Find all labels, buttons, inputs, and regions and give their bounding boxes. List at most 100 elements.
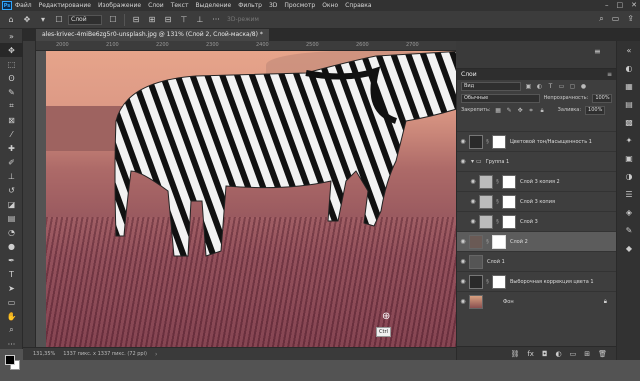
layers-panel-title[interactable]: Слои xyxy=(461,71,477,78)
menu-file[interactable]: Файл xyxy=(15,2,32,9)
layer-row[interactable]: ◉ § Слой 3 копия xyxy=(457,191,617,211)
layer-row[interactable]: ◉ § Слой 3 копия 2 xyxy=(457,171,617,191)
more-options-icon[interactable]: ··· xyxy=(211,15,221,25)
color-swatches[interactable] xyxy=(0,351,22,381)
align-center-icon[interactable]: ⊞ xyxy=(147,15,157,25)
healing-brush-tool-icon[interactable]: ✚ xyxy=(0,141,23,155)
visibility-eye-icon[interactable]: ◉ xyxy=(457,132,469,152)
layer-name[interactable]: Слой 2 xyxy=(510,239,528,245)
libraries-panel-icon[interactable]: ▣ xyxy=(617,149,640,167)
link-layers-icon[interactable]: ⛓ xyxy=(510,350,519,358)
layer-row[interactable]: ◉ Фон 🔒︎ xyxy=(457,291,617,311)
clone-stamp-tool-icon[interactable]: ⊥ xyxy=(0,169,23,183)
share-icon[interactable]: ⇪ xyxy=(627,14,634,24)
zoom-level[interactable]: 131,35% xyxy=(33,351,55,357)
menu-view[interactable]: Просмотр xyxy=(284,2,315,9)
align-left-icon[interactable]: ⊟ xyxy=(131,15,141,25)
shape-tool-icon[interactable]: ▭ xyxy=(0,295,23,309)
visibility-eye-icon[interactable]: ◉ xyxy=(457,232,469,252)
menu-layers[interactable]: Слои xyxy=(148,2,164,9)
opacity-input[interactable]: 100% xyxy=(592,93,612,103)
brush-tool-icon[interactable]: ✐ xyxy=(0,155,23,169)
chain-link-icon[interactable]: § xyxy=(495,219,500,225)
filter-smart-icon[interactable]: ▢ xyxy=(569,83,576,90)
visibility-eye-icon[interactable]: ◉ xyxy=(467,172,479,192)
collapse-toolbar-icon[interactable]: » xyxy=(0,29,23,43)
lock-all-icon[interactable]: 🔒︎ xyxy=(539,107,546,114)
frame-tool-icon[interactable]: ⊠ xyxy=(0,113,23,127)
menu-edit[interactable]: Редактирование xyxy=(39,2,91,9)
layer-name[interactable]: Группа 1 xyxy=(486,159,510,165)
fx-icon[interactable]: fx xyxy=(527,350,534,358)
layer-row-selected[interactable]: ◉ § Слой 2 xyxy=(457,231,617,251)
mask-thumbnail[interactable] xyxy=(492,274,506,289)
panel-menu-icon[interactable]: ≡ xyxy=(594,47,601,56)
visibility-eye-icon[interactable]: ◉ xyxy=(457,272,469,292)
lasso-tool-icon[interactable]: ʘ xyxy=(0,71,23,85)
maximize-icon[interactable]: □ xyxy=(617,1,624,9)
trash-icon[interactable]: 🗑︎ xyxy=(598,350,607,358)
align-middle-icon[interactable]: ⊥ xyxy=(195,15,205,25)
chevron-down-icon[interactable]: ▾ xyxy=(38,15,48,25)
visibility-eye-icon[interactable]: ◉ xyxy=(467,192,479,212)
filter-type-icon[interactable]: T xyxy=(547,83,554,90)
close-icon[interactable]: ✕ xyxy=(631,1,637,9)
pen-tool-icon[interactable]: ✒ xyxy=(0,253,23,267)
move-tool-icon[interactable]: ✥ xyxy=(0,43,23,57)
layer-row[interactable]: ◉ ▾ ▭ Группа 1 xyxy=(457,151,617,171)
menu-3d[interactable]: 3D xyxy=(269,2,277,9)
layer-name[interactable]: Цветовой тон/Насыщенность 1 xyxy=(510,139,592,145)
layer-name[interactable]: Слой 3 xyxy=(520,219,538,225)
new-adjustment-icon[interactable]: ◐ xyxy=(556,350,562,358)
layer-name[interactable]: Выборочная коррекция цвета 1 xyxy=(510,279,594,285)
workspace-icon[interactable]: ▭ xyxy=(612,14,620,24)
chain-link-icon[interactable]: § xyxy=(485,239,490,245)
patterns-panel-icon[interactable]: ▩ xyxy=(617,113,640,131)
new-group-icon[interactable]: ▭ xyxy=(570,350,577,358)
blur-tool-icon[interactable]: ◔ xyxy=(0,225,23,239)
chain-link-icon[interactable]: § xyxy=(495,199,500,205)
layer-row[interactable]: ◉ Слой 1 xyxy=(457,251,617,271)
layer-row[interactable]: ◉ § Слой 3 xyxy=(457,211,617,231)
layer-name[interactable]: Слой 3 копия 2 xyxy=(520,179,560,185)
visibility-eye-icon[interactable]: ◉ xyxy=(457,292,469,312)
visibility-eye-icon[interactable]: ◉ xyxy=(457,152,469,172)
crop-tool-icon[interactable]: ⌗ xyxy=(0,99,23,113)
mask-thumbnail[interactable] xyxy=(492,234,506,249)
move-tool-icon[interactable]: ✥ xyxy=(22,15,32,25)
blend-mode-select[interactable]: Обычные xyxy=(461,93,540,103)
mask-thumbnail[interactable] xyxy=(502,174,516,189)
filter-adjustment-icon[interactable]: ◐ xyxy=(536,83,543,90)
type-tool-icon[interactable]: T xyxy=(0,267,23,281)
history-brush-tool-icon[interactable]: ↺ xyxy=(0,183,23,197)
layers-panel-icon[interactable]: ◆ xyxy=(617,239,640,257)
new-layer-icon[interactable]: ⊞ xyxy=(584,350,590,358)
menu-filter[interactable]: Фильтр xyxy=(238,2,262,9)
path-select-tool-icon[interactable]: ➤ xyxy=(0,281,23,295)
dodge-tool-icon[interactable]: ● xyxy=(0,239,23,253)
mask-thumbnail[interactable] xyxy=(502,214,516,229)
learn-panel-icon[interactable]: ✦ xyxy=(617,131,640,149)
lock-image-icon[interactable]: ✎ xyxy=(506,107,513,114)
more-tools-icon[interactable]: ··· xyxy=(0,337,23,351)
color-panel-icon[interactable]: ◐ xyxy=(617,59,640,77)
hand-tool-icon[interactable]: ✋ xyxy=(0,309,23,323)
layer-row[interactable]: ◉ § Цветовой тон/Насыщенность 1 xyxy=(457,131,617,151)
document-tab[interactable]: ales-krivec-4miBe6zg5r0-unsplash.jpg @ 1… xyxy=(36,29,269,41)
layer-name[interactable]: Слой 1 xyxy=(487,259,505,265)
menu-image[interactable]: Изображение xyxy=(98,2,141,9)
align-right-icon[interactable]: ⊟ xyxy=(163,15,173,25)
canvas-area[interactable]: ⊕ Ctrl xyxy=(36,51,456,347)
eraser-tool-icon[interactable]: ◪ xyxy=(0,197,23,211)
chevron-right-icon[interactable]: › xyxy=(155,351,157,358)
align-top-icon[interactable]: ⊤ xyxy=(179,15,189,25)
eyedropper-tool-icon[interactable]: ⁄ xyxy=(0,127,23,141)
layer-row[interactable]: ◉ § Выборочная коррекция цвета 1 xyxy=(457,271,617,291)
quick-select-tool-icon[interactable]: ✎ xyxy=(0,85,23,99)
properties-panel-icon[interactable]: ☰ xyxy=(617,185,640,203)
layer-name[interactable]: Фон xyxy=(503,299,514,305)
expand-panels-icon[interactable]: « xyxy=(617,41,640,59)
swatches-panel-icon[interactable]: ▦ xyxy=(617,77,640,95)
add-mask-icon[interactable]: ◘ xyxy=(542,350,548,358)
fill-input[interactable]: 100% xyxy=(585,105,606,115)
